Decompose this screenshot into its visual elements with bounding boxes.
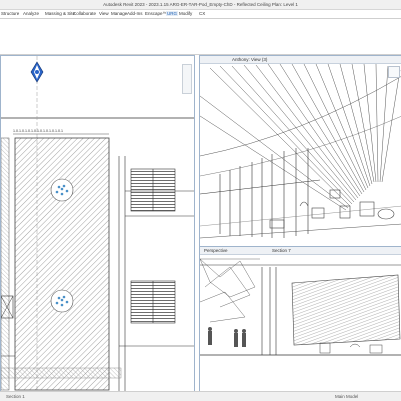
ribbon-tab-enscape[interactable]: Enscape™ [144, 11, 168, 16]
ribbon-tab-view[interactable]: View [98, 11, 110, 16]
ceiling-light-fixture [50, 289, 74, 313]
status-model-label[interactable]: Main Model [335, 394, 358, 399]
ribbon-tab-urg[interactable]: URG [166, 11, 178, 16]
view-cube-icon[interactable] [388, 66, 400, 78]
ribbon-tab-cx[interactable]: CX [198, 11, 206, 16]
ribbon-tab-bar: Structure Analyze Massing & Site Collaborat… [0, 10, 401, 19]
person-figure [208, 327, 246, 347]
ribbon-panel [0, 19, 401, 55]
navigation-bar-icon[interactable] [182, 64, 192, 94]
ribbon-tab-add-ins[interactable]: Add-Ins [126, 11, 144, 16]
window-title: Autodesk Revit 2023 - 2023.1.15 ARG-ER-T… [103, 2, 298, 7]
title-bar: Autodesk Revit 2023 - 2023.1.15 ARG-ER-T… [0, 0, 401, 10]
dimension-string: 1.0.1.0.1.0.1.0.1.0.1.0.1.0.1.0.1 [13, 129, 63, 133]
ceiling-plan-drawing: 1.0.1.0.1.0.1.0.1.0.1.0.1.0.1.0.1 [1, 56, 194, 391]
status-left-label: Section 1 [6, 394, 25, 399]
view-3d-drawing [200, 63, 401, 239]
ribbon-tab-structure[interactable]: Structure [0, 11, 20, 16]
north-arrow-icon [30, 61, 44, 83]
ribbon-tab-collaborate[interactable]: Collaborate [72, 11, 97, 16]
section-view[interactable]: Perspective Section 7 [199, 246, 401, 392]
view-3d-perspective[interactable]: Anthony: View (3) [199, 55, 401, 247]
ceiling-plan-view[interactable]: 1.0.1.0.1.0.1.0.1.0.1.0.1.0.1.0.1 [0, 55, 195, 392]
ribbon-tab-analyze[interactable]: Analyze [22, 11, 40, 16]
ribbon-tab-modify[interactable]: Modify [178, 11, 193, 16]
ceiling-light-fixture [50, 178, 74, 202]
section-drawing [200, 258, 401, 356]
